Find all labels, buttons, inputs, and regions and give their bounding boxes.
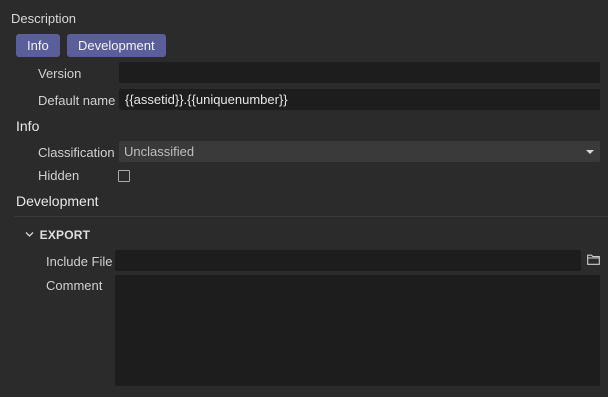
classification-value: Unclassified [124,144,195,159]
default-name-field[interactable]: {{assetid}}.{{uniquenumber}} [119,89,600,110]
export-toggle[interactable]: EXPORT [25,226,90,242]
export-title: EXPORT [39,227,91,242]
comment-textarea[interactable] [115,275,600,386]
divider [14,216,608,217]
include-file-field[interactable] [115,250,581,271]
tab-development[interactable]: Development [67,34,166,57]
development-section-heading: Development [16,193,99,209]
classification-label: Classification [38,145,115,160]
tab-info[interactable]: Info [16,34,60,57]
folder-icon[interactable] [587,254,600,265]
hidden-checkbox[interactable] [118,170,130,182]
caret-down-icon [586,150,594,154]
version-field[interactable] [119,62,600,83]
hidden-label: Hidden [38,168,80,183]
panel-title: Description [11,11,77,26]
version-label: Version [38,66,82,81]
comment-label: Comment [46,278,103,293]
include-file-label: Include File [46,254,113,269]
chevron-down-icon [25,227,34,242]
default-name-label: Default name [38,93,116,108]
classification-select[interactable]: Unclassified [119,141,600,162]
info-section-heading: Info [16,118,40,134]
